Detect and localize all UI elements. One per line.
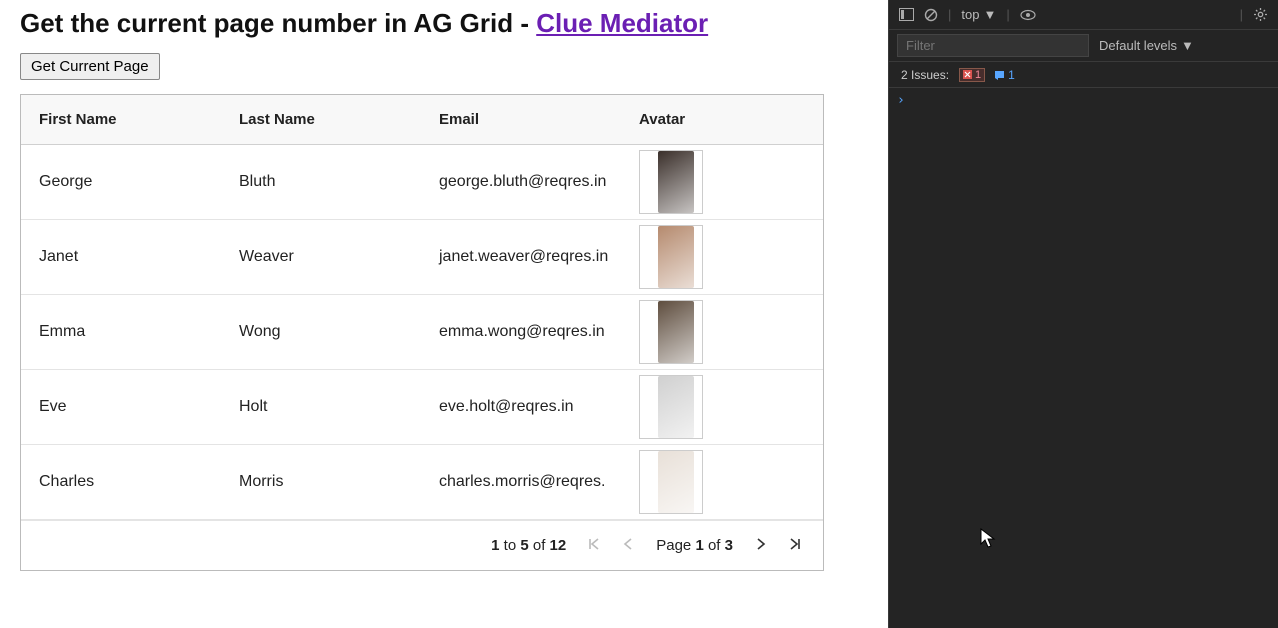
console-prompt-icon: › bbox=[897, 93, 905, 108]
grid-body: GeorgeBluthgeorge.bluth@reqres.inJanetWe… bbox=[21, 145, 823, 520]
avatar bbox=[639, 225, 703, 289]
cell-first-name: George bbox=[21, 173, 221, 191]
row-summary: 1 to 5 of 12 bbox=[491, 537, 566, 554]
cell-avatar bbox=[621, 375, 821, 439]
console-body[interactable]: › bbox=[889, 88, 1278, 628]
pagination-bar: 1 to 5 of 12 Page 1 of 3 bbox=[21, 520, 823, 570]
avatar bbox=[639, 300, 703, 364]
cell-last-name: Wong bbox=[221, 323, 421, 341]
devtools-filter-bar: Default levels ▼ bbox=[889, 30, 1278, 62]
cell-email: charles.morris@reqres. bbox=[421, 473, 621, 491]
table-row[interactable]: EmmaWongemma.wong@reqres.in bbox=[21, 295, 823, 370]
cell-avatar bbox=[621, 300, 821, 364]
data-grid: First Name Last Name Email Avatar George… bbox=[20, 94, 824, 571]
devtools-panel: | top ▼ | | Default levels ▼ 2 Issues: 1… bbox=[888, 0, 1278, 628]
cell-first-name: Emma bbox=[21, 323, 221, 341]
header-email[interactable]: Email bbox=[421, 111, 621, 128]
grid-header: First Name Last Name Email Avatar bbox=[21, 95, 823, 145]
table-row[interactable]: JanetWeaverjanet.weaver@reqres.in bbox=[21, 220, 823, 295]
cell-email: emma.wong@reqres.in bbox=[421, 323, 621, 341]
header-avatar[interactable]: Avatar bbox=[621, 111, 821, 128]
page-title: Get the current page number in AG Grid -… bbox=[20, 8, 868, 39]
avatar bbox=[639, 450, 703, 514]
title-link[interactable]: Clue Mediator bbox=[536, 8, 708, 38]
chevron-down-icon: ▼ bbox=[983, 7, 996, 22]
issues-label: 2 Issues: bbox=[901, 68, 949, 82]
info-badge[interactable]: 1 bbox=[995, 68, 1015, 82]
next-page-button[interactable] bbox=[753, 537, 769, 555]
cell-avatar bbox=[621, 150, 821, 214]
filter-input[interactable] bbox=[897, 34, 1089, 57]
last-page-button[interactable] bbox=[787, 537, 803, 555]
page-summary: Page 1 of 3 bbox=[656, 537, 733, 554]
main-content: Get the current page number in AG Grid -… bbox=[0, 0, 888, 628]
live-expression-icon[interactable] bbox=[1020, 9, 1036, 21]
cell-first-name: Janet bbox=[21, 248, 221, 266]
cell-last-name: Holt bbox=[221, 398, 421, 416]
header-last-name[interactable]: Last Name bbox=[221, 111, 421, 128]
avatar bbox=[639, 375, 703, 439]
table-row[interactable]: EveHolteve.holt@reqres.in bbox=[21, 370, 823, 445]
context-selector[interactable]: top ▼ bbox=[961, 7, 996, 22]
title-text: Get the current page number in AG Grid - bbox=[20, 8, 536, 38]
devtools-toolbar: | top ▼ | | bbox=[889, 0, 1278, 30]
toggle-console-icon[interactable] bbox=[899, 8, 914, 21]
table-row[interactable]: CharlesMorrischarles.morris@reqres. bbox=[21, 445, 823, 520]
cell-first-name: Eve bbox=[21, 398, 221, 416]
cell-last-name: Bluth bbox=[221, 173, 421, 191]
header-first-name[interactable]: First Name bbox=[21, 111, 221, 128]
table-row[interactable]: GeorgeBluthgeorge.bluth@reqres.in bbox=[21, 145, 823, 220]
cell-email: george.bluth@reqres.in bbox=[421, 173, 621, 191]
cell-avatar bbox=[621, 225, 821, 289]
error-badge[interactable]: 1 bbox=[959, 68, 985, 82]
clear-console-icon[interactable] bbox=[924, 8, 938, 22]
cell-first-name: Charles bbox=[21, 473, 221, 491]
get-current-page-button[interactable]: Get Current Page bbox=[20, 53, 160, 80]
chevron-down-icon: ▼ bbox=[1181, 38, 1194, 53]
cell-email: janet.weaver@reqres.in bbox=[421, 248, 621, 266]
issues-bar[interactable]: 2 Issues: 1 1 bbox=[889, 62, 1278, 88]
cell-last-name: Weaver bbox=[221, 248, 421, 266]
avatar bbox=[639, 150, 703, 214]
cell-last-name: Morris bbox=[221, 473, 421, 491]
cell-email: eve.holt@reqres.in bbox=[421, 398, 621, 416]
cell-avatar bbox=[621, 450, 821, 514]
log-levels-selector[interactable]: Default levels ▼ bbox=[1099, 38, 1194, 53]
prev-page-button[interactable] bbox=[620, 537, 636, 555]
settings-icon[interactable] bbox=[1253, 7, 1268, 22]
first-page-button[interactable] bbox=[586, 537, 602, 555]
